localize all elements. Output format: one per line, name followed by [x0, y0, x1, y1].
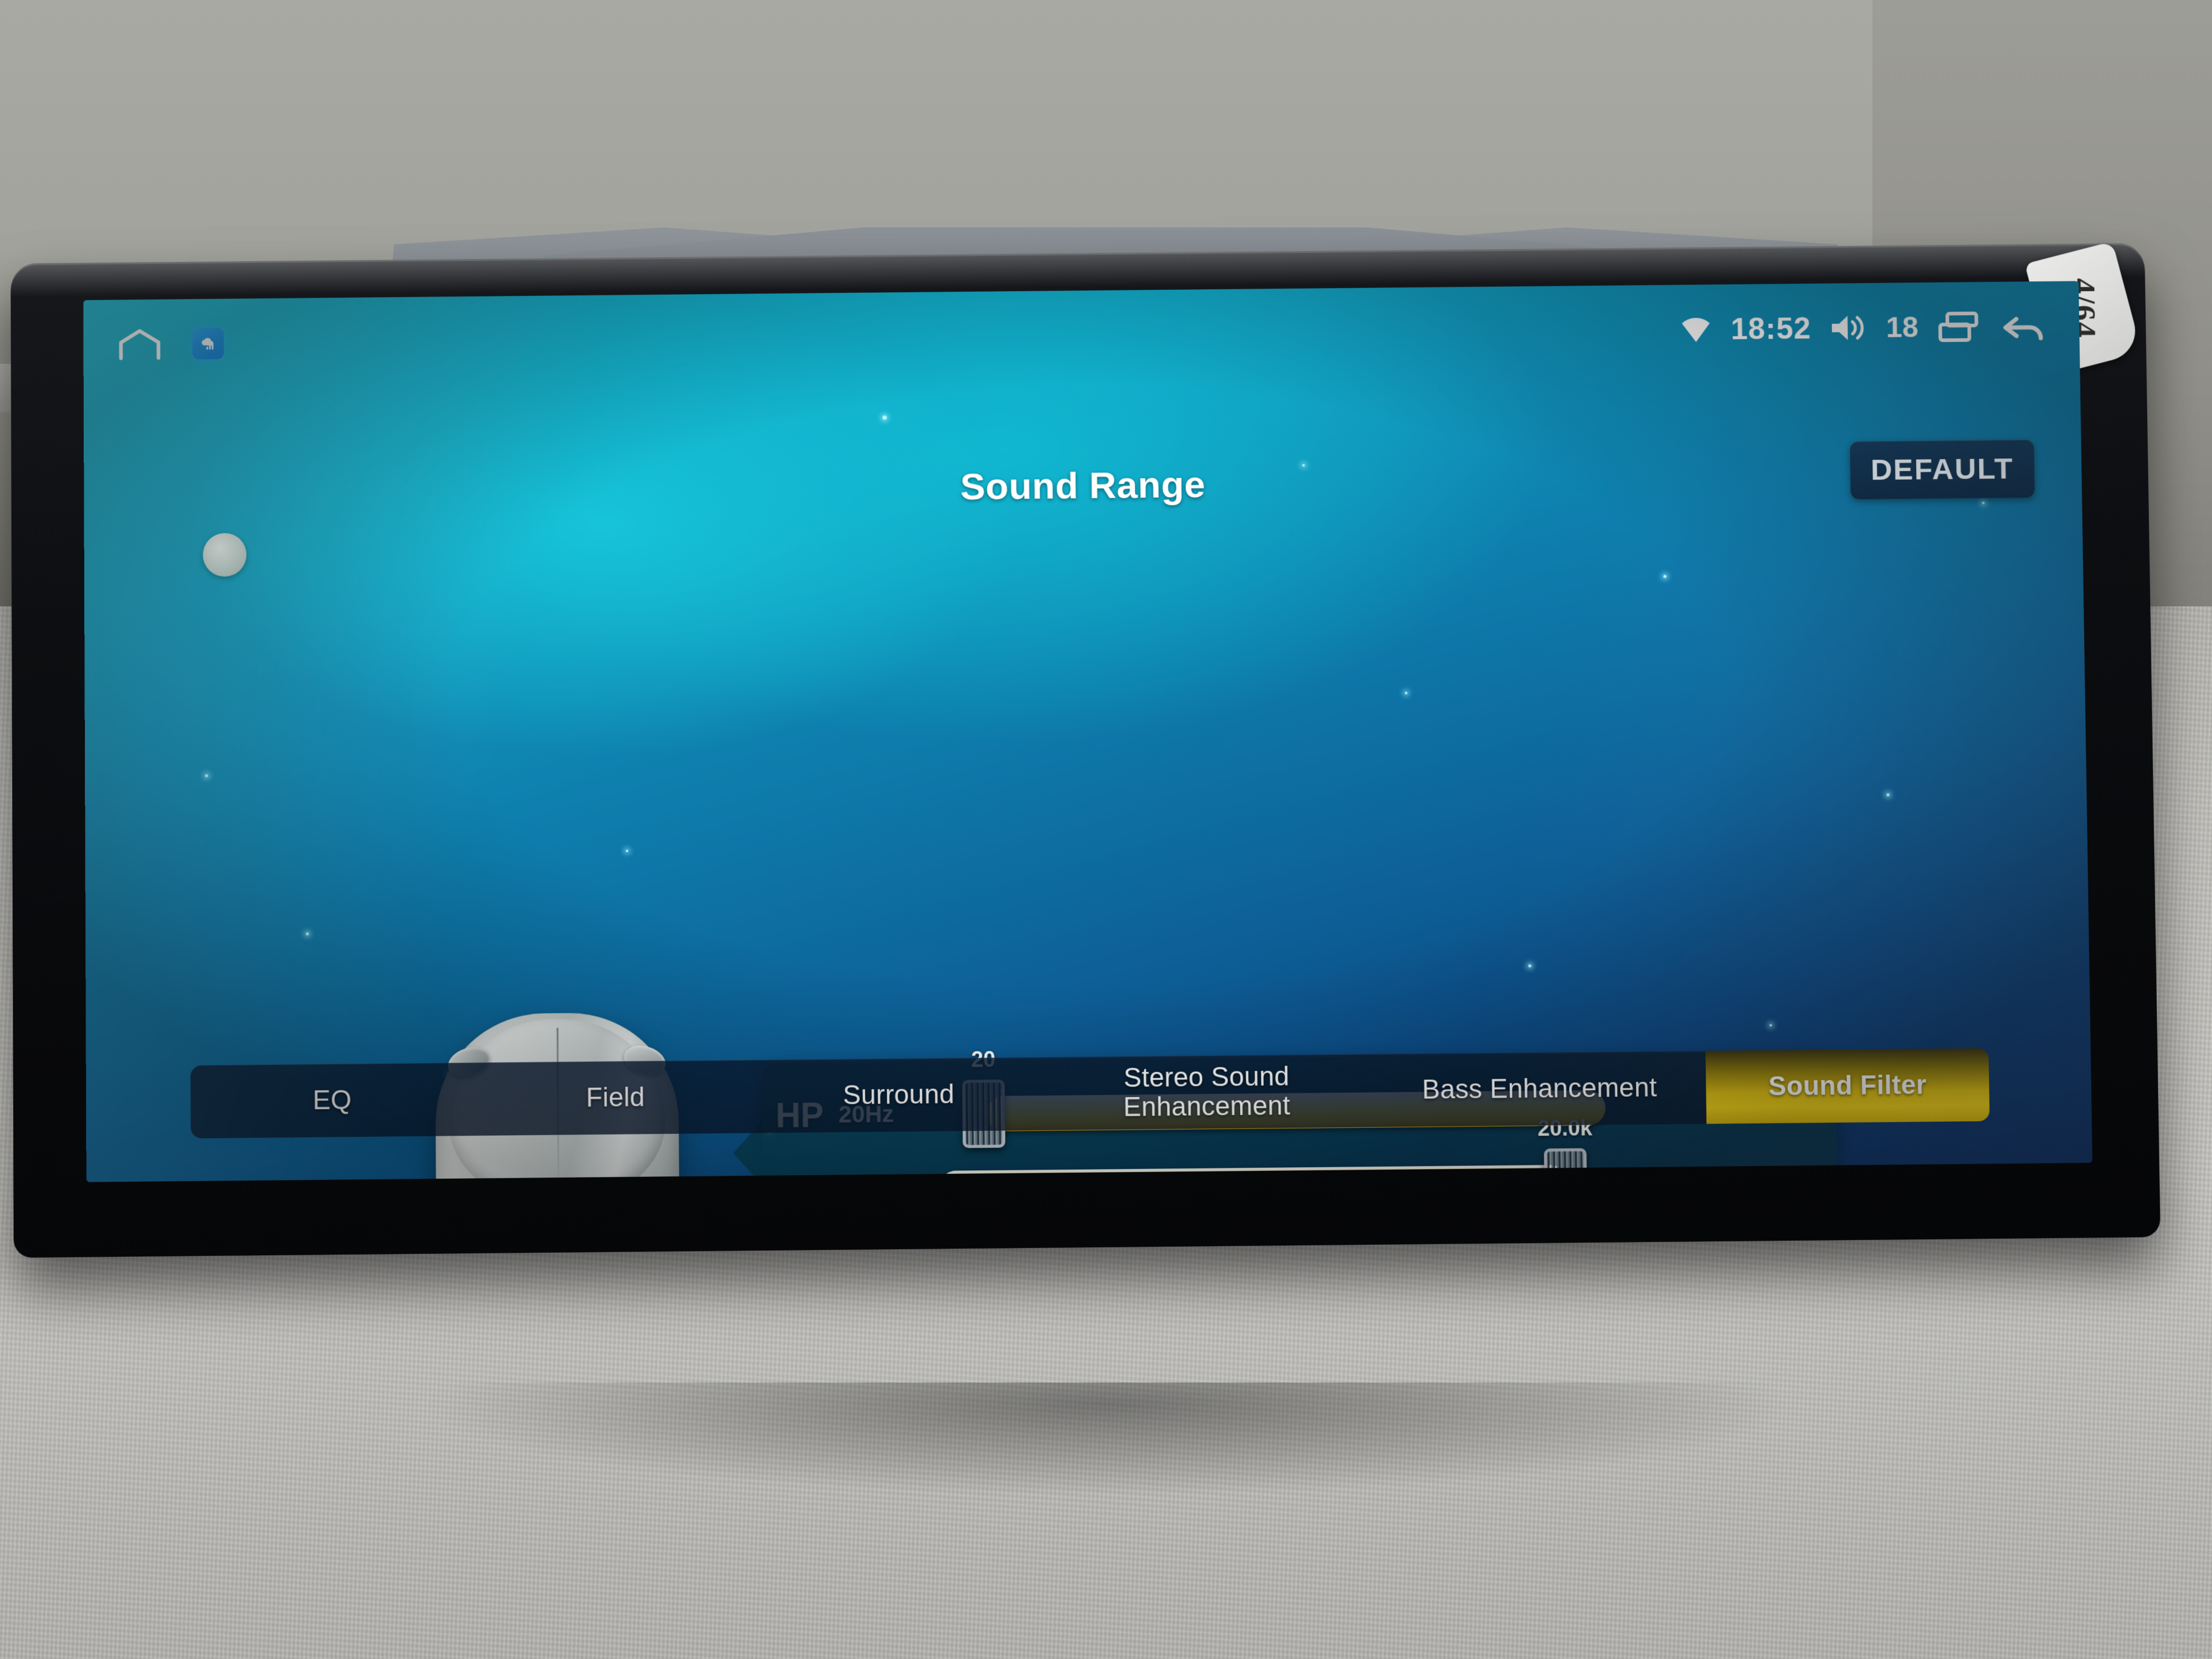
- wifi-icon: [1678, 315, 1712, 343]
- slider-tag-lp: LP: [761, 1170, 839, 1182]
- back-arrow-icon[interactable]: [1998, 308, 2045, 344]
- device-floor-shadow: [0, 1382, 2212, 1601]
- tab-sound-filter[interactable]: Sound Filter: [1705, 1048, 1990, 1124]
- slider-min-label-lp: 3KHZ: [839, 1175, 949, 1182]
- home-icon[interactable]: [118, 328, 161, 361]
- slider-thumb-lp[interactable]: 20.0k: [1537, 1115, 1592, 1182]
- slider-row-lp: LP 3KHZ 20.0k 20KHZ: [761, 1115, 1838, 1182]
- tab-bass-enhancement[interactable]: Bass Enhancement: [1373, 1051, 1706, 1127]
- status-bar-right-group: 18:52 18: [1678, 308, 2045, 347]
- weather-app-icon[interactable]: [192, 327, 224, 360]
- starfield-decoration: [83, 281, 2092, 1182]
- screen-vignette: [83, 281, 2093, 1182]
- tab-surround[interactable]: Surround: [757, 1057, 1041, 1133]
- slider-track-lp[interactable]: [939, 1164, 1568, 1182]
- status-bar-left-group: [118, 327, 224, 361]
- volume-icon[interactable]: [1829, 312, 1868, 344]
- tab-eq[interactable]: EQ: [190, 1063, 474, 1139]
- screen-light-sensor: [203, 532, 247, 577]
- tab-field[interactable]: Field: [474, 1060, 757, 1136]
- default-button[interactable]: DEFAULT: [1849, 439, 2035, 500]
- slider-lp[interactable]: 20.0k: [939, 1115, 1658, 1182]
- recent-apps-icon[interactable]: [1936, 310, 1980, 344]
- status-bar-clock: 18:52: [1730, 311, 1812, 346]
- screen-glare: [83, 281, 2093, 1182]
- volume-level: 18: [1886, 311, 1919, 344]
- android-status-bar: 18:52 18: [83, 297, 2079, 374]
- tab-stereo-sound-enhancement[interactable]: Stereo Sound Enhancement: [1040, 1054, 1373, 1130]
- page-title: Sound Range: [960, 463, 1206, 508]
- car-head-unit-device: 4/64 18:52 18 Sound Range DEFAULT 20.0k …: [10, 241, 2161, 1258]
- lcd-screen[interactable]: 18:52 18 Sound Range DEFAULT 20.0k 20KHZ…: [83, 281, 2093, 1182]
- slider-max-label-lp: 20KHZ: [1714, 1167, 1790, 1182]
